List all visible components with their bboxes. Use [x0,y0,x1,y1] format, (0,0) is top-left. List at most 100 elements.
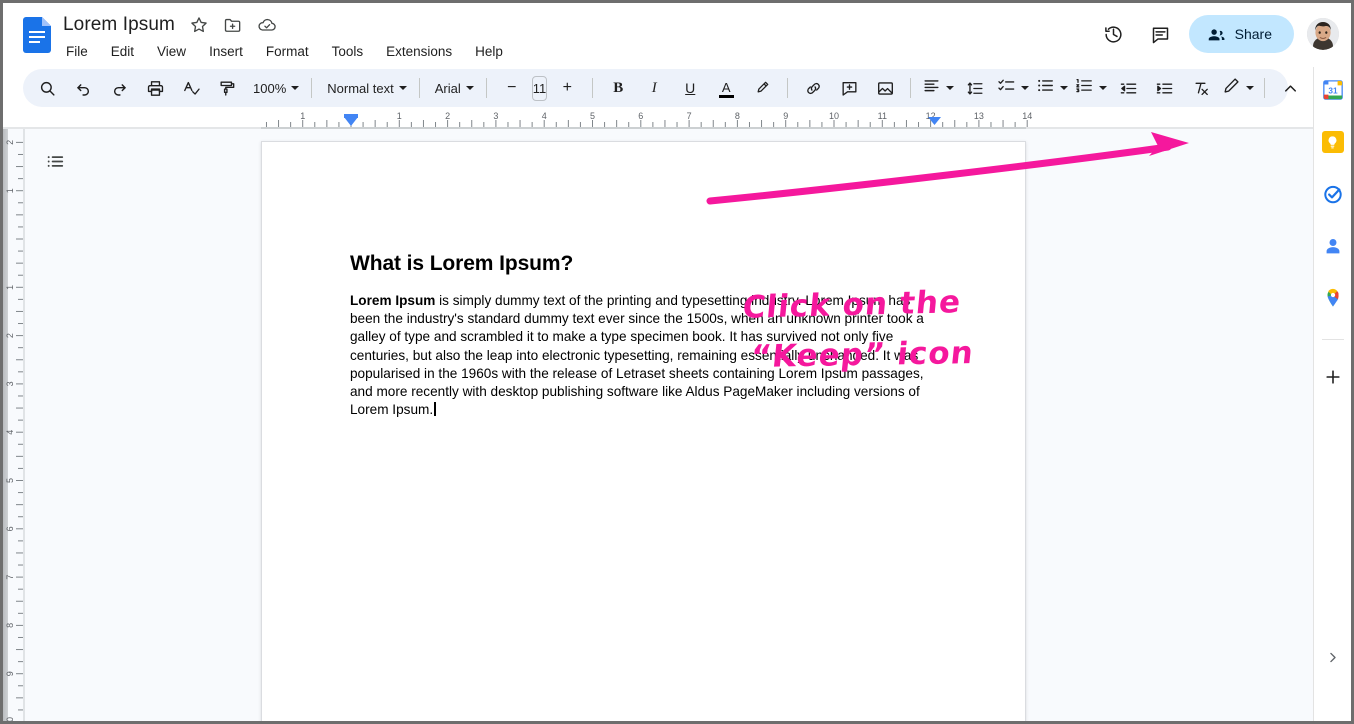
share-button[interactable]: Share [1188,15,1294,53]
chevron-down-icon [291,86,300,90]
svg-text:2: 2 [5,333,15,338]
side-panel: 31 [1313,67,1351,721]
paragraph-style-select[interactable]: Normal text [319,73,411,103]
google-contacts-icon[interactable] [1318,231,1348,261]
undo-icon[interactable] [68,73,98,103]
svg-text:10: 10 [829,111,839,121]
menu-item-view[interactable]: View [154,43,189,60]
horizontal-ruler[interactable]: 1 1 2 3 4 5 6 7 8 9 10 11 12 13 14 [3,109,1313,129]
svg-text:31: 31 [1328,87,1338,96]
add-comment-icon[interactable] [834,73,864,103]
expand-side-panel-button[interactable] [1314,643,1351,671]
document-body-text: is simply dummy text of the printing and… [350,293,924,418]
svg-text:9: 9 [783,111,788,121]
move-to-folder-icon[interactable] [223,15,243,35]
page-title[interactable]: Lorem Ipsum [63,14,175,36]
bulleted-list-select[interactable] [1032,73,1071,103]
chevron-down-icon [398,86,407,90]
font-family-select[interactable]: Arial [427,73,479,103]
bold-button[interactable]: B [603,73,633,103]
google-docs-logo-icon [23,17,51,53]
title-block: Lorem Ipsum File Edit View Insert Format… [63,11,506,60]
show-document-outline-button[interactable] [41,147,69,175]
vertical-ruler[interactable]: 2 1 1 2 3 4 5 6 7 8 9 10 [3,129,25,721]
paragraph-style-value: Normal text [327,80,394,96]
toolbar-divider [485,78,487,98]
font-family-value: Arial [434,80,461,96]
checklist-select[interactable] [993,73,1032,103]
document-body[interactable]: Lorem Ipsum is simply dummy text of the … [350,292,932,419]
google-calendar-icon[interactable]: 31 [1318,75,1348,105]
cloud-saved-icon[interactable] [257,15,277,35]
redo-icon[interactable] [104,73,134,103]
decrease-indent-icon[interactable] [1113,73,1143,103]
star-icon[interactable] [189,15,209,35]
add-ons-plus-icon[interactable] [1318,362,1348,392]
menu-item-format[interactable]: Format [263,43,312,60]
chevron-down-icon [1021,86,1030,90]
spellcheck-icon[interactable] [176,73,206,103]
decrease-font-size-label: − [507,79,517,96]
clear-formatting-icon[interactable] [1185,73,1215,103]
menu-item-insert[interactable]: Insert [206,43,246,60]
italic-button[interactable]: I [639,73,669,103]
toolbar-area: 100% Normal text Arial − 11 + B I U A [3,67,1351,109]
chevron-down-icon [1099,86,1108,90]
toolbar-divider [1264,78,1266,98]
align-icon [922,76,941,100]
document-page[interactable]: What is Lorem Ipsum? Lorem Ipsum is simp… [261,141,1026,721]
underline-button[interactable]: U [675,73,705,103]
svg-text:3: 3 [5,381,15,386]
svg-text:7: 7 [5,575,15,580]
menu-item-extensions[interactable]: Extensions [383,43,455,60]
side-panel-divider [1321,339,1344,340]
toolbar-divider [910,78,912,98]
zoom-select[interactable]: 100% [245,73,304,103]
share-people-icon [1208,28,1225,40]
zoom-value: 100% [253,80,287,96]
menu-item-tools[interactable]: Tools [329,43,367,60]
collapse-menus-icon[interactable] [1275,73,1305,103]
font-size-input[interactable]: 11 [531,75,548,101]
align-select[interactable] [918,73,957,103]
paint-format-icon[interactable] [212,73,242,103]
comment-history-icon[interactable] [1142,15,1180,53]
toolbar-divider [592,78,594,98]
menu-item-file[interactable]: File [63,43,91,60]
version-history-icon[interactable] [1095,15,1133,53]
svg-text:4: 4 [5,430,15,435]
formatting-toolbar: 100% Normal text Arial − 11 + B I U A [23,69,1296,107]
search-icon[interactable] [32,73,62,103]
print-icon[interactable] [140,73,170,103]
editing-mode-select[interactable] [1218,73,1257,103]
svg-text:13: 13 [974,111,984,121]
line-spacing-icon[interactable] [960,73,990,103]
svg-text:6: 6 [638,111,643,121]
text-color-swatch [718,94,734,98]
menu-item-help[interactable]: Help [472,43,506,60]
increase-font-size-label: + [562,79,572,96]
insert-image-icon[interactable] [870,73,900,103]
text-cursor [434,402,436,417]
numbered-list-icon [1075,76,1094,100]
app-header: Lorem Ipsum File Edit View Insert Format… [3,3,1351,67]
text-color-button[interactable]: A [711,73,741,103]
google-maps-icon[interactable] [1318,283,1348,313]
increase-font-size-button[interactable]: + [552,73,582,103]
google-keep-icon[interactable] [1318,127,1348,157]
increase-indent-icon[interactable] [1149,73,1179,103]
google-tasks-icon[interactable] [1318,179,1348,209]
italic-label: I [651,79,657,96]
insert-link-icon[interactable] [798,73,828,103]
highlight-color-icon[interactable] [747,73,777,103]
avatar[interactable] [1307,18,1339,50]
text-color-label: A [721,79,731,95]
underline-label: U [685,80,696,96]
bulleted-list-icon [1036,76,1055,100]
header-actions: Share [1095,15,1339,53]
menu-item-edit[interactable]: Edit [108,43,137,60]
numbered-list-select[interactable] [1071,73,1110,103]
svg-text:1: 1 [5,188,15,193]
svg-text:8: 8 [5,623,15,628]
decrease-font-size-button[interactable]: − [497,73,527,103]
